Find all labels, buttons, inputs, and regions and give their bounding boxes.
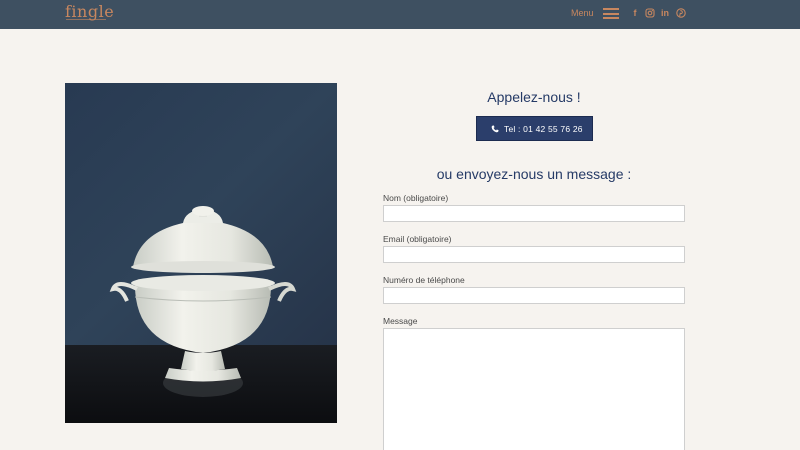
phone-button-label: Tel : 01 42 55 76 26	[504, 124, 583, 134]
message-textarea[interactable]	[383, 328, 685, 450]
logo-underline	[66, 19, 106, 20]
phone-field-label: Numéro de téléphone	[383, 275, 465, 285]
email-input[interactable]	[383, 246, 685, 263]
top-navigation-bar: fingle Menu f in	[0, 0, 800, 29]
name-input[interactable]	[383, 205, 685, 222]
call-us-heading: Appelez-nous !	[487, 89, 581, 105]
email-field-label: Email (obligatoire)	[383, 234, 452, 244]
linkedin-icon[interactable]: in	[659, 7, 671, 19]
hamburger-menu-icon[interactable]	[603, 8, 619, 19]
name-field-label: Nom (obligatoire)	[383, 193, 449, 203]
pinterest-icon[interactable]	[675, 7, 687, 19]
facebook-icon[interactable]: f	[629, 7, 641, 19]
product-photo-tureen	[65, 83, 337, 423]
instagram-icon[interactable]	[644, 7, 656, 19]
phone-icon	[491, 125, 499, 133]
menu-label[interactable]: Menu	[571, 8, 594, 18]
message-field-label: Message	[383, 316, 418, 326]
message-heading: ou envoyez-nous un message :	[436, 166, 632, 182]
phone-call-button[interactable]: Tel : 01 42 55 76 26	[476, 116, 593, 141]
phone-input[interactable]	[383, 287, 685, 304]
